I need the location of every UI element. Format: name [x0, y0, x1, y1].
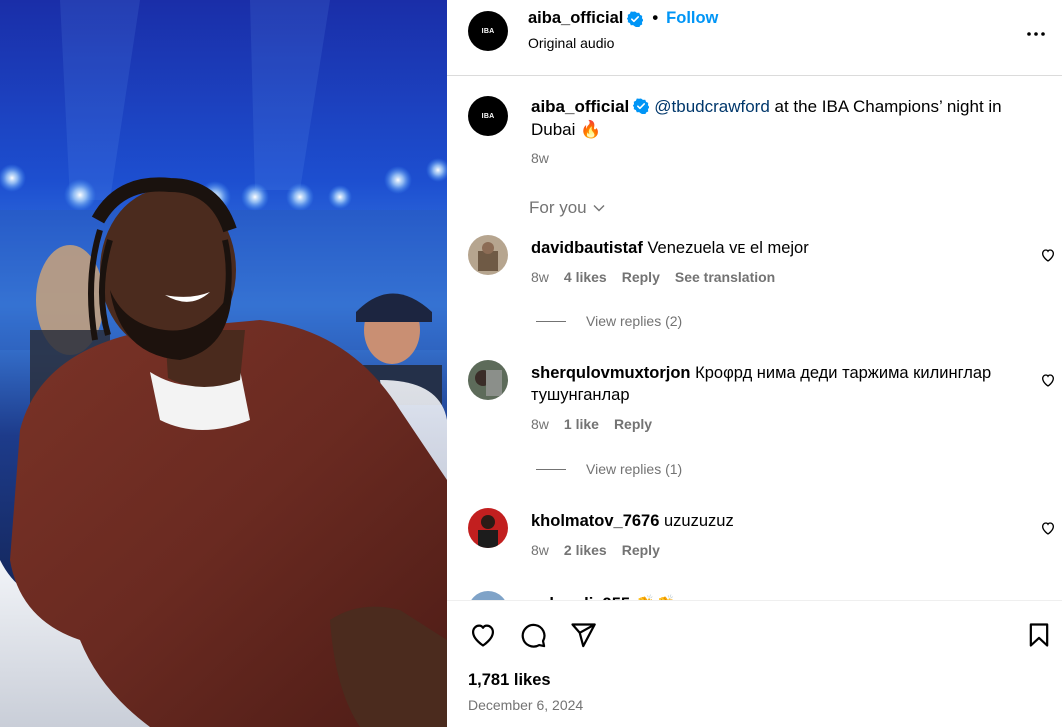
author-avatar[interactable]: IBA — [468, 11, 508, 51]
commenter-username[interactable]: sherqulovmuxtorjon — [531, 364, 691, 382]
like-comment-heart-icon[interactable] — [1040, 372, 1056, 388]
post-header: IBA aiba_official • Follow Original audi… — [447, 0, 1062, 76]
fire-emoji: 🔥 — [580, 120, 602, 139]
audio-label[interactable]: Original audio — [528, 35, 614, 51]
commenter-avatar[interactable] — [468, 508, 508, 548]
chevron-down-icon — [593, 205, 605, 212]
comment-meta: 8w 2 likes Reply — [531, 542, 660, 558]
comment-text: yahyodi_955 👏👏 — [531, 593, 1031, 600]
replies-divider-line — [536, 468, 566, 470]
comment-time[interactable]: 8w — [531, 416, 549, 432]
post-photo — [0, 0, 447, 727]
more-options-icon[interactable] — [1024, 22, 1048, 46]
verified-badge-icon — [627, 11, 644, 27]
comment-text: sherqulovmuxtorjon Кроφрд нима деди тарж… — [531, 362, 1031, 406]
like-comment-heart-icon[interactable] — [1040, 520, 1056, 536]
separator-dot: • — [652, 9, 659, 27]
avatar-image — [468, 360, 508, 400]
avatar-image — [468, 508, 508, 548]
view-replies-button[interactable]: View replies (1) — [536, 461, 682, 477]
save-bookmark-icon[interactable] — [1025, 621, 1053, 649]
like-heart-icon[interactable] — [468, 621, 498, 649]
commenter-avatar[interactable] — [468, 591, 508, 600]
commenter-username[interactable]: davidbautistaf — [531, 239, 643, 257]
comment-time[interactable]: 8w — [531, 542, 549, 558]
sort-label: For you — [529, 198, 587, 217]
comment-meta: 8w 4 likes Reply See translation — [531, 269, 775, 285]
caption-verified-icon — [633, 98, 650, 114]
caption-text: aiba_official @tbudcrawford at the IBA C… — [531, 95, 1031, 141]
avatar-logo-text: IBA — [481, 27, 495, 35]
commenter-username[interactable]: kholmatov_7676 — [531, 512, 659, 530]
avatar-image — [468, 591, 508, 600]
view-replies-label: View replies (1) — [586, 461, 683, 477]
caption-timestamp[interactable]: 8w — [531, 150, 549, 166]
comment-body: Venezuela vᴇ el mejor — [647, 239, 809, 257]
follow-button[interactable]: Follow — [666, 9, 718, 28]
post-details-panel: IBA aiba_official • Follow Original audi… — [447, 0, 1062, 727]
share-paper-plane-icon[interactable] — [568, 621, 598, 649]
like-comment-heart-icon[interactable] — [1040, 247, 1056, 263]
comment-body: uzuzuzuz — [664, 512, 734, 530]
replies-divider-line — [536, 320, 566, 322]
see-translation-button[interactable]: See translation — [675, 269, 775, 285]
comment-text: kholmatov_7676 uzuzuzuz — [531, 510, 1031, 532]
view-replies-button[interactable]: View replies (2) — [536, 313, 682, 329]
reply-button[interactable]: Reply — [614, 416, 652, 432]
caption-avatar[interactable]: IBA — [468, 96, 508, 136]
avatar-image — [468, 235, 508, 275]
caption-avatar-logo-text: IBA — [481, 112, 495, 120]
reply-button[interactable]: Reply — [622, 542, 660, 558]
commenter-avatar[interactable] — [468, 360, 508, 400]
comment-text: davidbautistaf Venezuela vᴇ el mejor — [531, 237, 1031, 259]
comment-likes[interactable]: 2 likes — [564, 542, 607, 558]
comment-bubble-icon[interactable] — [518, 621, 548, 649]
comment-likes[interactable]: 1 like — [564, 416, 599, 432]
reply-button[interactable]: Reply — [622, 269, 660, 285]
comments-section[interactable]: IBA aiba_official @tbudcrawford at the I… — [447, 77, 1062, 600]
caption-mention-link[interactable]: @tbudcrawford — [654, 97, 770, 116]
comment-likes[interactable]: 4 likes — [564, 269, 607, 285]
likes-count[interactable]: 1,781 likes — [468, 671, 551, 690]
author-username[interactable]: aiba_official — [528, 9, 623, 28]
post-date[interactable]: December 6, 2024 — [468, 697, 583, 713]
comment-time[interactable]: 8w — [531, 269, 549, 285]
commenter-avatar[interactable] — [468, 235, 508, 275]
view-replies-label: View replies (2) — [586, 313, 683, 329]
comment-sort-dropdown[interactable]: For you — [529, 198, 606, 218]
post-media[interactable] — [0, 0, 447, 727]
comment-meta: 8w 1 like Reply — [531, 416, 652, 432]
post-actions-bar: 1,781 likes December 6, 2024 — [447, 600, 1062, 727]
header-user-line: aiba_official • Follow — [528, 9, 718, 28]
caption-username[interactable]: aiba_official — [531, 97, 629, 116]
